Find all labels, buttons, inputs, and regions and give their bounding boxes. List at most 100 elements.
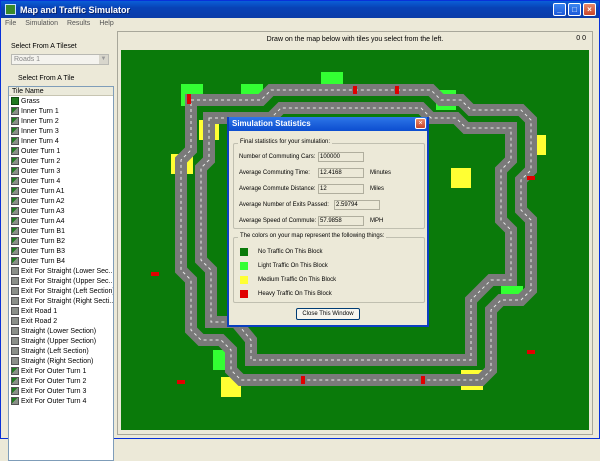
tile-icon [11, 177, 19, 185]
tile-name: Outer Turn A3 [21, 207, 65, 215]
tile-icon [11, 217, 19, 225]
stat-value: 12.4168 [318, 168, 364, 178]
close-window-button[interactable]: Close This Window [296, 308, 360, 320]
tile-list-item[interactable]: Outer Turn B1 [9, 226, 113, 236]
tile-name: Outer Turn A1 [21, 187, 65, 195]
tile-icon [11, 247, 19, 255]
tile-list-item[interactable]: Exit Road 1 [9, 306, 113, 316]
stat-label: Average Commuting Time: [239, 170, 310, 176]
tileset-select[interactable]: Roads 1 ▼ [11, 54, 109, 65]
tile-list-item[interactable]: Exit For Outer Turn 1 [9, 366, 113, 376]
tile-list-item[interactable]: Straight (Lower Section) [9, 326, 113, 336]
tile-list-item[interactable]: Exit For Outer Turn 2 [9, 376, 113, 386]
tile-name: Inner Turn 3 [21, 127, 59, 135]
dialog-close-button[interactable]: × [415, 118, 426, 129]
tile-icon [11, 397, 19, 405]
tile-name: Exit For Straight (Right Secti... [21, 297, 113, 305]
menu-results[interactable]: Results [67, 20, 90, 27]
tile-list-item[interactable]: Outer Turn B4 [9, 256, 113, 266]
title-bar[interactable]: Map and Traffic Simulator _ □ × [1, 1, 599, 18]
close-button[interactable]: × [583, 3, 596, 16]
tile-name: Outer Turn A4 [21, 217, 65, 225]
maximize-button[interactable]: □ [568, 3, 581, 16]
tile-name: Exit For Straight (Left Section) [21, 287, 113, 295]
chevron-down-icon[interactable]: ▼ [99, 55, 108, 64]
tile-list-item[interactable]: Inner Turn 3 [9, 126, 113, 136]
tile-list-item[interactable]: Exit For Straight (Right Secti... [9, 296, 113, 306]
tile-list-item[interactable]: Inner Turn 1 [9, 106, 113, 116]
tile-icon [11, 297, 19, 305]
stat-label: Average Speed of Commute: [239, 218, 317, 224]
tile-list-item[interactable]: Exit For Outer Turn 3 [9, 386, 113, 396]
tile-icon [11, 267, 19, 275]
stat-value: 2.59794 [334, 200, 380, 210]
menu-bar: File Simulation Results Help [1, 18, 599, 29]
tile-list-item[interactable]: Inner Turn 2 [9, 116, 113, 126]
tile-icon [11, 337, 19, 345]
stat-unit: MPH [370, 218, 384, 224]
tile-list-item[interactable]: Straight (Right Section) [9, 356, 113, 366]
minimize-button[interactable]: _ [553, 3, 566, 16]
stats-group: Final statistics for your simulation: Nu… [233, 139, 425, 229]
tile-name: Exit Road 2 [21, 317, 58, 325]
stats-caption: Final statistics for your simulation: [238, 139, 333, 145]
tile-list-item[interactable]: Exit For Outer Turn 4 [9, 396, 113, 406]
stat-value: 12 [318, 184, 364, 194]
tile-icon [11, 377, 19, 385]
legend-text: Medium Traffic On This Block [258, 277, 337, 283]
menu-file[interactable]: File [5, 20, 16, 27]
tile-list-item[interactable]: Exit For Straight (Lower Sec... [9, 266, 113, 276]
tile-list-item[interactable]: Outer Turn 2 [9, 156, 113, 166]
tile-list-item[interactable]: Exit Road 2 [9, 316, 113, 326]
tile-list-item[interactable]: Outer Turn 4 [9, 176, 113, 186]
tile-list-item[interactable]: Outer Turn A3 [9, 206, 113, 216]
tile-icon [11, 347, 19, 355]
tile-icon [11, 197, 19, 205]
tile-icon [11, 127, 19, 135]
legend-group: The colors on your map represent the fol… [233, 233, 425, 303]
tile-list-item[interactable]: Outer Turn B2 [9, 236, 113, 246]
tile-label: Select From A Tile [18, 75, 75, 82]
tile-name: Straight (Left Section) [21, 347, 89, 355]
tile-icon [11, 117, 19, 125]
tile-list-item[interactable]: Outer Turn 1 [9, 146, 113, 156]
menu-help[interactable]: Help [99, 20, 113, 27]
legend-caption: The colors on your map represent the fol… [238, 233, 387, 239]
tile-name: Exit For Straight (Upper Sec... [21, 277, 113, 285]
tileset-value: Roads 1 [14, 56, 41, 63]
stat-value: 100000 [318, 152, 364, 162]
dialog-title[interactable]: Simulation Statistics [229, 117, 427, 131]
tile-list-header[interactable]: Tile Name [9, 87, 113, 96]
stat-label: Average Number of Exits Passed: [239, 202, 329, 208]
tile-list-item[interactable]: Exit For Straight (Upper Sec... [9, 276, 113, 286]
stat-value: 57.9858 [318, 216, 364, 226]
tile-icon [11, 167, 19, 175]
tile-list-item[interactable]: Outer Turn 3 [9, 166, 113, 176]
tile-icon [11, 317, 19, 325]
legend-swatch-heavy [240, 290, 248, 298]
tile-icon [11, 277, 19, 285]
tile-list-item[interactable]: Straight (Left Section) [9, 346, 113, 356]
tileset-label: Select From A Tileset [11, 43, 77, 50]
tile-icon [11, 227, 19, 235]
tile-list-item[interactable]: Straight (Upper Section) [9, 336, 113, 346]
tile-icon [11, 157, 19, 165]
tile-name: Exit For Outer Turn 1 [21, 367, 87, 375]
tile-list-item[interactable]: Grass [9, 96, 113, 106]
tile-list-item[interactable]: Outer Turn B3 [9, 246, 113, 256]
tile-name: Grass [21, 97, 40, 105]
tile-list-item[interactable]: Outer Turn A4 [9, 216, 113, 226]
tile-list-item[interactable]: Outer Turn A1 [9, 186, 113, 196]
tile-list-item[interactable]: Exit For Straight (Left Section) [9, 286, 113, 296]
legend-swatch-medium [240, 276, 248, 284]
tile-list[interactable]: Tile Name Grass Inner Turn 1 Inner Turn 2 I… [8, 86, 114, 461]
legend-swatch-none [240, 248, 248, 256]
tile-icon [11, 187, 19, 195]
tile-name: Exit For Straight (Lower Sec... [21, 267, 113, 275]
tile-name: Outer Turn 4 [21, 177, 61, 185]
tile-list-item[interactable]: Inner Turn 4 [9, 136, 113, 146]
menu-simulation[interactable]: Simulation [25, 20, 58, 27]
tile-icon [11, 237, 19, 245]
tile-list-item[interactable]: Outer Turn A2 [9, 196, 113, 206]
tile-panel: Select From A Tileset Roads 1 ▼ Select F… [6, 31, 114, 461]
